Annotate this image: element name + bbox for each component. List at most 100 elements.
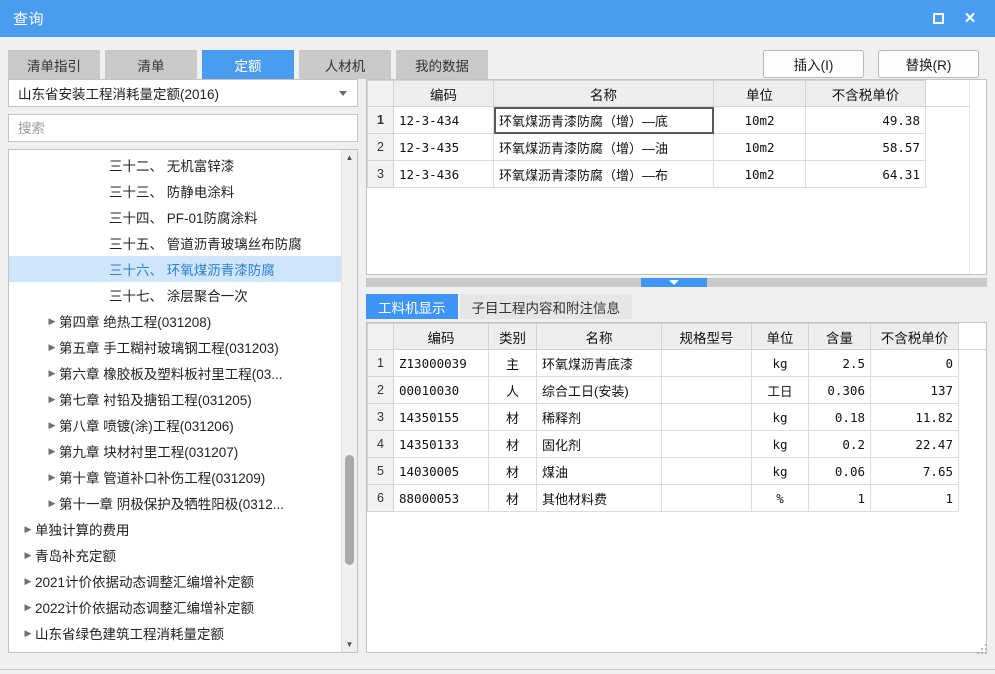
expand-arrow-icon[interactable]: ▶ (45, 420, 59, 431)
tree-item[interactable]: ▶ 第十章 管道补口补伤工程(031209) (9, 464, 341, 490)
cell-code[interactable]: 12-3-436 (393, 160, 494, 188)
cell-category[interactable]: 人 (488, 376, 537, 404)
row-number[interactable]: 2 (367, 133, 394, 161)
search-input[interactable] (9, 115, 357, 141)
cell-spec[interactable] (661, 457, 752, 485)
tree-item[interactable]: 三十六、 环氧煤沥青漆防腐 (9, 256, 341, 282)
tree-item[interactable]: ▶ 单独计算的费用 (9, 516, 341, 542)
table-row[interactable]: 4 14350133 材固化剂 kg 0.2 22.47 (367, 430, 987, 458)
expand-arrow-icon[interactable]: ▶ (45, 316, 59, 327)
cell-unit[interactable]: kg (751, 457, 809, 485)
cell-name[interactable]: 环氧煤沥青漆防腐（增）—油 (493, 133, 714, 161)
cell-name[interactable]: 煤油 (536, 457, 662, 485)
expand-arrow-icon[interactable]: ▶ (45, 498, 59, 509)
tree-item[interactable]: ▶ 第八章 喷镀(涂)工程(031206) (9, 412, 341, 438)
cell-price[interactable]: 64.31 (805, 160, 926, 188)
row-number[interactable]: 2 (367, 376, 394, 404)
cell-category[interactable]: 主 (488, 349, 537, 377)
library-select[interactable]: 山东省安装工程消耗量定额(2016) (8, 79, 358, 107)
cell-name[interactable]: 固化剂 (536, 430, 662, 458)
cell-qty[interactable]: 0.2 (808, 430, 871, 458)
cell-code[interactable]: 88000053 (393, 484, 489, 512)
tab-zimugongcheng[interactable]: 子目工程内容和附注信息 (459, 294, 632, 319)
row-number[interactable]: 1 (367, 106, 394, 134)
cell-unit[interactable]: 10m2 (713, 133, 806, 161)
tab-rencaiji[interactable]: 人材机 (299, 50, 391, 79)
catalog-tree-list[interactable]: 三十二、 无机富锌漆 三十三、 防静电涂料 三十四、 PF-01防腐涂料 三十五、 管… (9, 150, 341, 652)
cell-category[interactable]: 材 (488, 457, 537, 485)
tree-scrollbar[interactable]: ▲ ▼ (341, 150, 357, 652)
expand-arrow-icon[interactable]: ▶ (21, 602, 35, 613)
tab-qingdan[interactable]: 清单 (105, 50, 197, 79)
cell-price[interactable]: 0 (870, 349, 959, 377)
cell-qty[interactable]: 0.18 (808, 403, 871, 431)
tab-wodeshuju[interactable]: 我的数据 (396, 50, 488, 79)
quota-col-unit[interactable]: 单位 (713, 80, 806, 107)
cell-category[interactable]: 材 (488, 430, 537, 458)
table-row[interactable]: 5 14030005 材煤油 kg 0.06 7.65 (367, 457, 987, 485)
cell-name[interactable]: 环氧煤沥青漆防腐（增）—底 (493, 106, 714, 134)
search-box[interactable] (8, 114, 358, 142)
tree-item[interactable]: ▶ 山东省绿色建筑工程消耗量定额 (9, 620, 341, 646)
scroll-up-icon[interactable]: ▲ (342, 150, 357, 165)
cell-name[interactable]: 综合工日(安装) (536, 376, 662, 404)
cell-unit[interactable]: 工日 (751, 376, 809, 404)
cell-price[interactable]: 49.38 (805, 106, 926, 134)
detail-col-spec[interactable]: 规格型号 (661, 323, 752, 350)
cell-price[interactable]: 7.65 (870, 457, 959, 485)
row-number[interactable]: 1 (367, 349, 394, 377)
tree-item[interactable]: ▶ 青岛补充定额 (9, 542, 341, 568)
row-number[interactable]: 4 (367, 430, 394, 458)
expand-arrow-icon[interactable]: ▶ (45, 394, 59, 405)
expand-arrow-icon[interactable]: ▶ (45, 472, 59, 483)
cell-unit[interactable]: 10m2 (713, 106, 806, 134)
cell-code[interactable]: 14030005 (393, 457, 489, 485)
cell-name[interactable]: 其他材料费 (536, 484, 662, 512)
cell-price[interactable]: 11.82 (870, 403, 959, 431)
close-icon[interactable]: × (961, 9, 979, 28)
table-row[interactable]: 1 12-3-434 环氧煤沥青漆防腐（增）—底 10m2 49.38 (367, 106, 970, 134)
row-number[interactable]: 3 (367, 160, 394, 188)
splitter-collapse-button[interactable] (641, 278, 707, 287)
resize-grip[interactable] (977, 644, 990, 657)
tree-item[interactable]: ▶ 第七章 衬铅及搪铅工程(031205) (9, 386, 341, 412)
row-number[interactable]: 3 (367, 403, 394, 431)
quota-col-code[interactable]: 编码 (393, 80, 494, 107)
detail-col-name[interactable]: 名称 (536, 323, 662, 350)
cell-spec[interactable] (661, 376, 752, 404)
maximize-icon[interactable] (929, 10, 947, 28)
detail-col-code[interactable]: 编码 (393, 323, 489, 350)
cell-qty[interactable]: 1 (808, 484, 871, 512)
table-row[interactable]: 1 Z13000039 主环氧煤沥青底漆 kg 2.5 0 (367, 349, 987, 377)
cell-spec[interactable] (661, 349, 752, 377)
tree-item[interactable]: ▶ 第十一章 阴极保护及牺牲阳极(0312... (9, 490, 341, 516)
cell-price[interactable]: 22.47 (870, 430, 959, 458)
expand-arrow-icon[interactable]: ▶ (21, 628, 35, 639)
cell-code[interactable]: 14350155 (393, 403, 489, 431)
cell-spec[interactable] (661, 403, 752, 431)
detail-col-unit[interactable]: 单位 (751, 323, 809, 350)
cell-category[interactable]: 材 (488, 403, 537, 431)
quota-col-price[interactable]: 不含税单价 (805, 80, 926, 107)
expand-arrow-icon[interactable]: ▶ (45, 342, 59, 353)
cell-code[interactable]: 14350133 (393, 430, 489, 458)
expand-arrow-icon[interactable]: ▶ (45, 446, 59, 457)
tree-item[interactable]: 三十三、 防静电涂料 (9, 178, 341, 204)
detail-col-price[interactable]: 不含税单价 (870, 323, 959, 350)
tree-item[interactable]: 三十二、 无机富锌漆 (9, 152, 341, 178)
row-number[interactable]: 6 (367, 484, 394, 512)
cell-category[interactable]: 材 (488, 484, 537, 512)
tree-item[interactable]: 三十五、 管道沥青玻璃丝布防腐 (9, 230, 341, 256)
table-row[interactable]: 3 14350155 材稀释剂 kg 0.18 11.82 (367, 403, 987, 431)
tree-item[interactable]: ▶ 2021计价依据动态调整汇编增补定额 (9, 568, 341, 594)
cell-price[interactable]: 137 (870, 376, 959, 404)
cell-price[interactable]: 1 (870, 484, 959, 512)
tree-item[interactable]: ▶ 2022计价依据动态调整汇编增补定额 (9, 594, 341, 620)
tab-dinge[interactable]: 定额 (202, 50, 294, 79)
cell-code[interactable]: 12-3-435 (393, 133, 494, 161)
expand-arrow-icon[interactable]: ▶ (45, 368, 59, 379)
row-number[interactable]: 5 (367, 457, 394, 485)
cell-code[interactable]: 12-3-434 (393, 106, 494, 134)
cell-unit[interactable]: kg (751, 403, 809, 431)
expand-arrow-icon[interactable]: ▶ (21, 524, 35, 535)
